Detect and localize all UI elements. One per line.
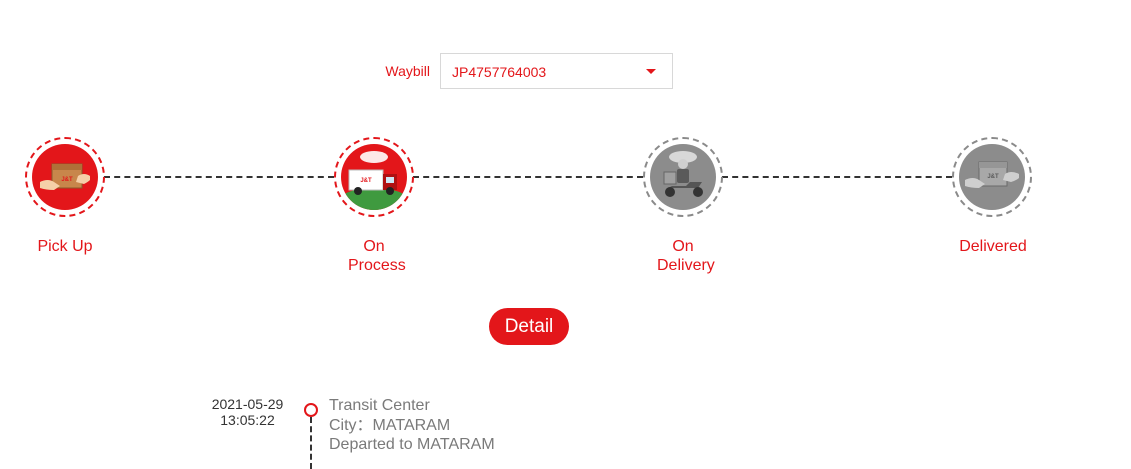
- detail-button[interactable]: Detail: [489, 308, 569, 345]
- timeline-entry: Transit Center City：MATARAM Departed to …: [329, 396, 495, 455]
- connector-line: [722, 176, 952, 178]
- timeline-node-icon: [304, 403, 318, 417]
- timeline-time: 13:05:22: [220, 412, 275, 428]
- timeline-date: 2021-05-29: [211, 396, 284, 412]
- svg-text:J&T: J&T: [61, 177, 73, 183]
- package-handover-icon: J&T: [32, 144, 98, 210]
- timeline-title: Transit Center: [329, 397, 430, 414]
- delivery-truck-icon: J&T: [341, 144, 407, 210]
- package-received-icon: J&T: [959, 144, 1025, 210]
- step-label-delivered: Delivered: [959, 238, 1027, 255]
- timeline-description: Departed to MATARAM: [329, 436, 495, 453]
- step-label-on-delivery: On Delivery: [657, 238, 715, 274]
- courier-scooter-icon: [650, 144, 716, 210]
- connector-line: [104, 176, 334, 178]
- step-on-delivery: [643, 137, 723, 217]
- connector-line: [413, 176, 643, 178]
- svg-text:J&T: J&T: [360, 178, 372, 184]
- step-delivered: J&T: [952, 137, 1032, 217]
- timeline-datetime: 2021-05-29 13:05:22: [200, 396, 295, 428]
- timeline-city: City：MATARAM: [329, 416, 451, 434]
- timeline-line: [310, 417, 312, 469]
- step-label-pick-up: Pick Up: [37, 238, 93, 255]
- step-on-process: J&T: [334, 137, 414, 217]
- step-label-on-process: On Process: [348, 238, 406, 274]
- shipment-progress: J&T J&T J&T Pick Up On Process On Delive…: [0, 0, 1131, 300]
- svg-text:J&T: J&T: [987, 174, 999, 180]
- step-pick-up: J&T: [25, 137, 105, 217]
